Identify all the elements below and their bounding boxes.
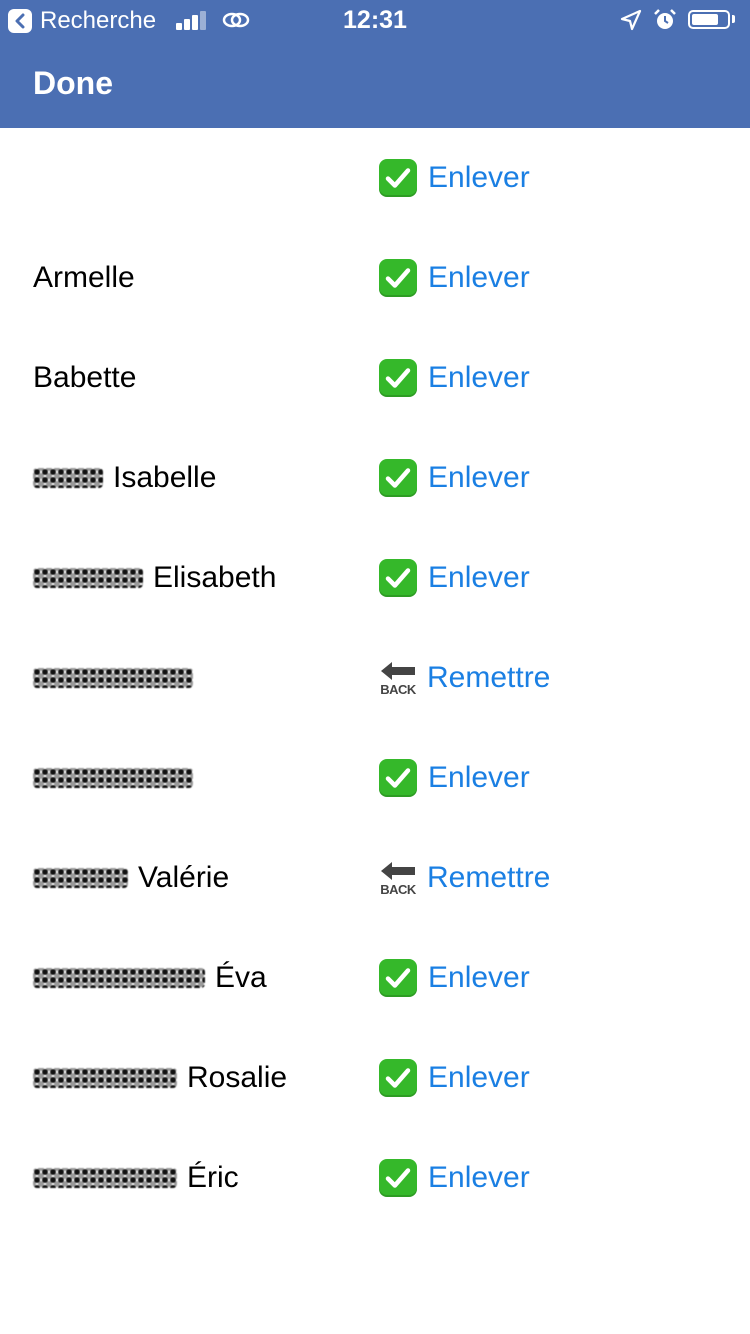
status-bar: Recherche 12:31	[0, 0, 750, 40]
list-row: BACK Remettre	[0, 628, 750, 728]
redacted-surname	[33, 868, 128, 888]
person-name: Éric	[33, 1128, 239, 1228]
restore-button[interactable]: BACK Remettre	[379, 628, 550, 728]
first-name: Armelle	[33, 261, 135, 294]
remove-label: Enlever	[428, 261, 530, 294]
person-name: Babette	[33, 328, 136, 428]
first-name: Rosalie	[187, 1061, 288, 1094]
check-mark-icon	[379, 459, 417, 497]
remove-button[interactable]: Enlever	[379, 128, 530, 228]
back-arrow-icon: BACK	[379, 658, 417, 698]
alarm-clock-icon	[654, 9, 676, 29]
list-row: Babette Enlever	[0, 328, 750, 428]
remove-label: Enlever	[428, 1161, 530, 1194]
check-mark-icon	[379, 159, 417, 197]
first-name: Babette	[33, 361, 137, 394]
redacted-surname	[33, 568, 143, 588]
check-mark-icon	[379, 1159, 417, 1197]
remove-button[interactable]: Enlever	[379, 1028, 530, 1128]
back-arrow-icon: BACK	[379, 858, 417, 898]
battery-level	[692, 14, 718, 25]
remove-label: Enlever	[428, 761, 530, 794]
back-icon-text: BACK	[380, 682, 416, 697]
check-mark-icon	[379, 559, 417, 597]
person-name: Elisabeth	[33, 528, 276, 628]
remove-button[interactable]: Enlever	[379, 528, 530, 628]
remove-button[interactable]: Enlever	[379, 328, 530, 428]
list-row: Isabelle Enlever	[0, 428, 750, 528]
location-arrow-icon	[620, 9, 642, 31]
restore-button[interactable]: BACK Remettre	[379, 828, 550, 928]
restore-label: Remettre	[427, 861, 551, 894]
battery-icon	[688, 10, 730, 29]
person-name: Isabelle	[33, 428, 216, 528]
remove-label: Enlever	[428, 561, 530, 594]
list-row: Enlever	[0, 128, 750, 228]
redacted-surname	[33, 1168, 177, 1188]
list-row: Éva Enlever	[0, 928, 750, 1028]
remove-button[interactable]: Enlever	[379, 1128, 530, 1228]
first-name: Isabelle	[113, 461, 217, 494]
list-row: Rosalie Enlever	[0, 1028, 750, 1128]
redacted-surname	[33, 468, 103, 488]
remove-label: Enlever	[428, 461, 530, 494]
redacted-surname	[33, 768, 193, 788]
remove-button[interactable]: Enlever	[379, 228, 530, 328]
list-row: Valérie BACK Remettre	[0, 828, 750, 928]
remove-label: Enlever	[428, 161, 530, 194]
first-name: Elisabeth	[153, 561, 277, 594]
list-row: Elisabeth Enlever	[0, 528, 750, 628]
person-name: Éva	[33, 928, 267, 1028]
list-row: Enlever	[0, 728, 750, 828]
redacted-surname	[33, 1068, 177, 1088]
check-mark-icon	[379, 959, 417, 997]
first-name: Valérie	[138, 861, 230, 894]
back-icon-text: BACK	[380, 882, 416, 897]
remove-label: Enlever	[428, 1061, 530, 1094]
person-name	[33, 728, 203, 828]
remove-button[interactable]: Enlever	[379, 728, 530, 828]
check-mark-icon	[379, 759, 417, 797]
remove-label: Enlever	[428, 361, 530, 394]
remove-button[interactable]: Enlever	[379, 428, 530, 528]
battery-tip	[732, 15, 735, 23]
list-row: Armelle Enlever	[0, 228, 750, 328]
check-mark-icon	[379, 1059, 417, 1097]
restore-label: Remettre	[427, 661, 551, 694]
person-name	[33, 628, 203, 728]
redacted-surname	[33, 968, 205, 988]
person-name: Valérie	[33, 828, 229, 928]
redacted-surname	[33, 668, 193, 688]
person-name: Armelle	[33, 228, 135, 328]
first-name: Éric	[187, 1161, 239, 1194]
people-list: Enlever Armelle Enlever Babette Enlever Isabe…	[0, 128, 750, 1228]
remove-button[interactable]: Enlever	[379, 928, 530, 1028]
remove-label: Enlever	[428, 961, 530, 994]
check-mark-icon	[379, 259, 417, 297]
first-name: Éva	[215, 961, 267, 994]
check-mark-icon	[379, 359, 417, 397]
done-button[interactable]: Done	[33, 65, 113, 102]
navigation-bar: Done	[0, 40, 750, 128]
person-name: Rosalie	[33, 1028, 287, 1128]
list-row: Éric Enlever	[0, 1128, 750, 1228]
